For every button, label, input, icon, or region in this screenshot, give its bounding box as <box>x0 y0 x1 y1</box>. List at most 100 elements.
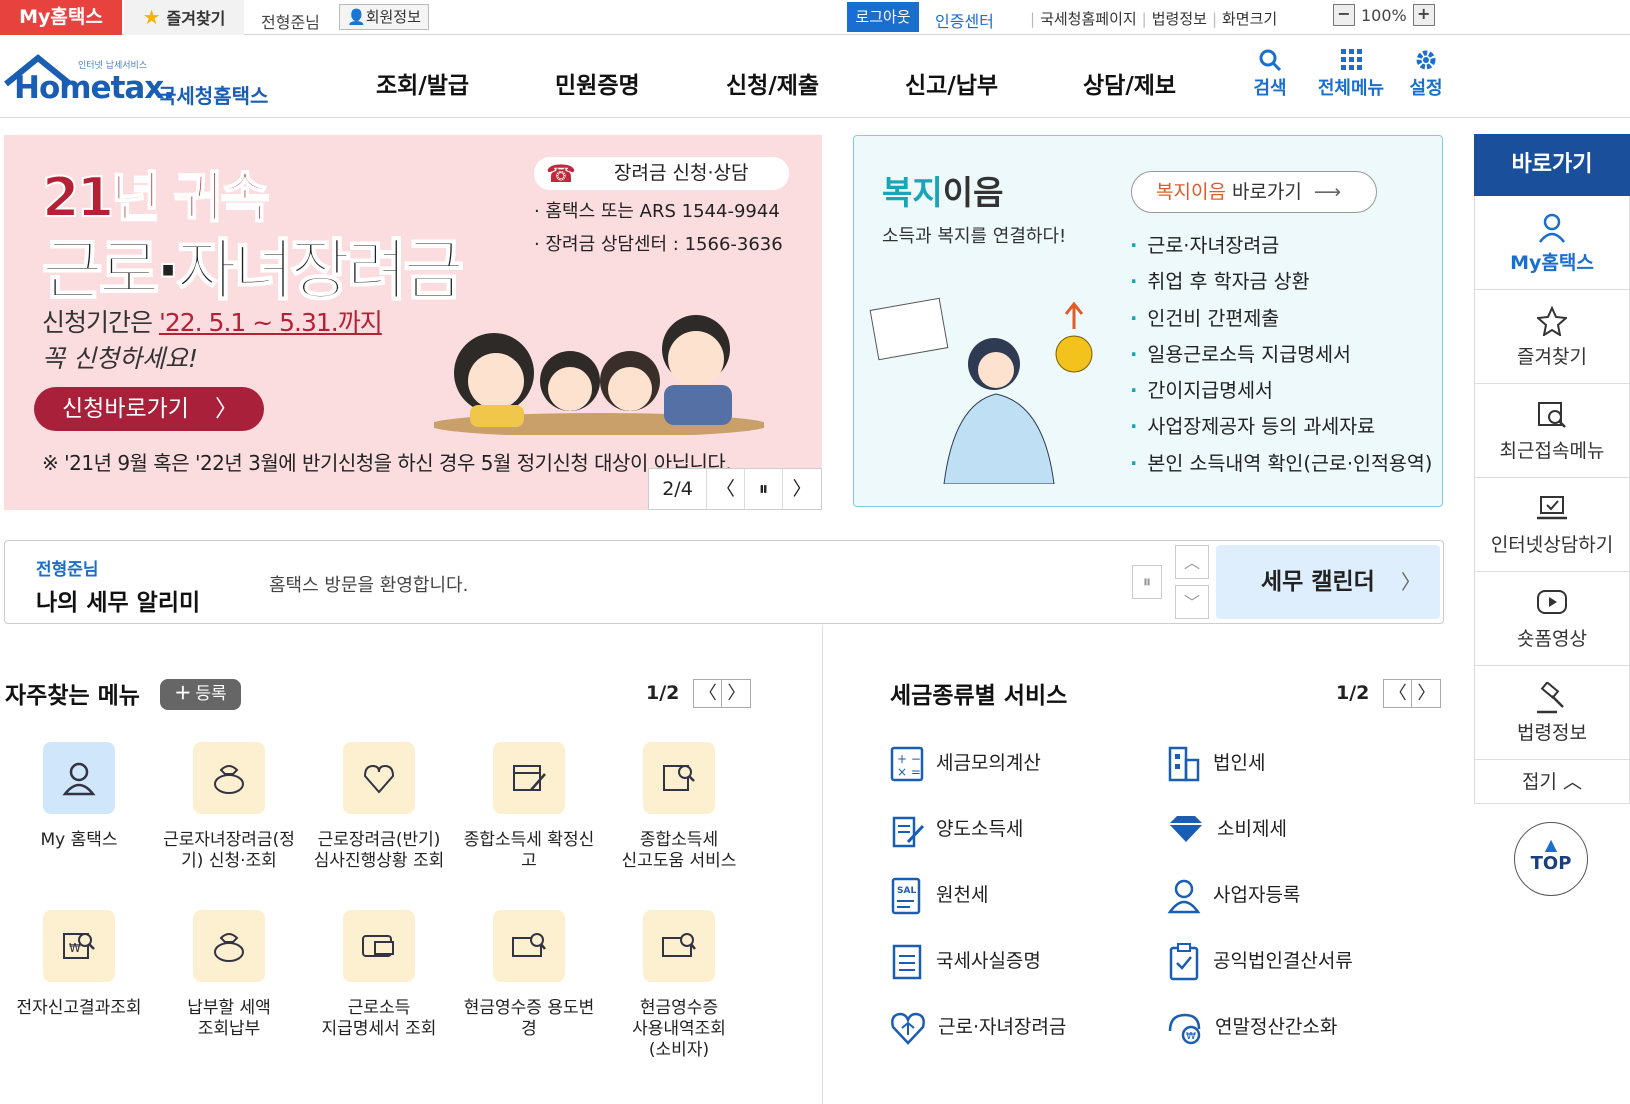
nav-consult-report[interactable]: 상담/제보 <box>1083 66 1176 100</box>
banner-prev-button[interactable]: 〈 <box>707 469 745 509</box>
tax-service-item[interactable]: 사업자등록 <box>1167 875 1300 915</box>
zoom-in-button[interactable]: + <box>1412 4 1435 26</box>
search-label: 검색 <box>1253 78 1287 99</box>
nav-civil-cert[interactable]: 민원증명 <box>555 66 640 100</box>
person-icon <box>1475 212 1629 248</box>
tax-service-item[interactable]: SAL 원천세 <box>890 875 988 915</box>
tax-service-label: 법인세 <box>1213 752 1266 774</box>
tax-service-item[interactable]: 양도소득세 <box>890 809 1023 849</box>
nav-inquiry[interactable]: 조회/발급 <box>376 66 469 100</box>
quick-online-consult[interactable]: 인터넷상담하기 <box>1474 478 1630 572</box>
nav-apply-submit[interactable]: 신청/제출 <box>726 66 819 100</box>
quick-favorites[interactable]: 즐겨찾기 <box>1474 290 1630 384</box>
grid-icon <box>1312 48 1390 74</box>
tax-service-item[interactable]: 국세사실증명 <box>890 941 1041 981</box>
law-info-link[interactable]: 법령정보 <box>1152 10 1207 28</box>
welfare-link-a: 복지이음 <box>1156 181 1226 203</box>
utility-bar: My홈택스 ★ 즐겨찾기 전형준님 👤회원정보 로그아웃 인증센터 | 국세청홈페이… <box>0 0 1630 35</box>
all-menu-button[interactable]: 전체메뉴 <box>1312 48 1390 100</box>
quick-menu-title: 바로가기 <box>1474 134 1630 196</box>
freq-item-label: 현금영수증 용도변 <box>463 998 595 1018</box>
play-icon <box>1475 588 1629 624</box>
apply-shortcut-button[interactable]: 신청바로가기 〉 <box>34 387 264 431</box>
tax-service-label: 양도소득세 <box>936 818 1024 840</box>
freq-item-earned-income-credit[interactable]: 근로자녀장려금(정 기) 신청·조회 <box>154 742 304 872</box>
zoom-out-button[interactable]: − <box>1333 4 1355 26</box>
calculator-icon: + −× = <box>890 746 924 781</box>
tax-service-label: 원천세 <box>936 884 989 906</box>
freq-item-earned-income-statement[interactable]: 근로소득 지급명세서 조회 <box>304 910 454 1040</box>
tax-service-item[interactable]: 근로·자녀장려금 <box>890 1007 1066 1047</box>
person-icon <box>1167 879 1201 913</box>
quick-recent-menu[interactable]: 최근접속메뉴 <box>1474 384 1630 478</box>
search-button[interactable]: 검색 <box>1250 48 1290 100</box>
welfare-item[interactable]: 사업장제공자 등의 과세자료 <box>1130 409 1432 445</box>
freq-prev-button[interactable]: 〈 <box>693 679 723 708</box>
main-banner[interactable]: 21년 귀속 근로·자녀장려금 신청기간은 '22. 5.1 ~ 5.31.까지… <box>4 135 822 510</box>
nav-report-pay[interactable]: 신고/납부 <box>905 66 998 100</box>
member-info-button[interactable]: 👤회원정보 <box>339 4 429 30</box>
quick-shortform-video[interactable]: 숏폼영상 <box>1474 572 1630 666</box>
freq-item-my-hometax[interactable]: My 홈택스 <box>4 742 154 851</box>
my-hometax-button[interactable]: My홈택스 <box>0 0 122 35</box>
tax-service-item[interactable]: + − × = 세금모의계산 <box>890 743 1041 783</box>
alert-down-button[interactable]: ﹀ <box>1175 585 1209 619</box>
freq-next-button[interactable]: 〉 <box>722 679 752 708</box>
document-edit-icon <box>892 816 925 847</box>
quick-my-hometax[interactable]: My홈택스 <box>1474 196 1630 290</box>
gavel-icon <box>1475 681 1629 718</box>
freq-item-cash-receipt-history[interactable]: 현금영수증 사용내역조회 (소비자) <box>604 910 754 1061</box>
tax-service-prev-button[interactable]: 〈 <box>1383 679 1413 708</box>
welfare-item[interactable]: 근로·자녀장려금 <box>1130 228 1432 264</box>
tax-service-item[interactable]: 법인세 <box>1167 743 1265 783</box>
banner-period: 신청기간은 '22. 5.1 ~ 5.31.까지 <box>42 303 383 339</box>
chevron-up-icon: ︿ <box>1563 771 1583 793</box>
zoom-level: 100% <box>1361 5 1407 25</box>
freq-item-tax-payment[interactable]: 납부할 세액 조회납부 <box>154 910 304 1040</box>
nts-homepage-link[interactable]: 국세청홈페이지 <box>1040 10 1137 28</box>
banner-pause-button[interactable]: ⏸ <box>745 469 783 509</box>
welfare-title-a: 복지 <box>882 173 943 212</box>
scroll-top-button[interactable]: ▲ TOP <box>1514 822 1588 896</box>
alert-up-button[interactable]: ︿ <box>1175 545 1209 579</box>
zoom-control: −100% + <box>1333 4 1435 30</box>
welfare-item[interactable]: 취업 후 학자금 상환 <box>1130 264 1432 300</box>
freq-item-income-tax-final[interactable]: 종합소득세 확정신 고 <box>454 742 604 872</box>
alert-title: 나의 세무 알리미 <box>36 590 201 616</box>
chevron-right-icon: 〉 <box>1400 570 1421 594</box>
favorites-button[interactable]: ★ 즐겨찾기 <box>124 0 244 35</box>
user-name: 전형준님 <box>261 13 320 32</box>
welfare-item[interactable]: 일용근로소득 지급명세서 <box>1130 337 1432 373</box>
tax-service-item[interactable]: ₩ 연말정산간소화 <box>1167 1007 1337 1047</box>
freq-item-e-filing-result[interactable]: ₩ 전자신고결과조회 <box>4 910 154 1019</box>
welfare-title-b: 이음 <box>942 173 1004 212</box>
welfare-item[interactable]: 간이지급명세서 <box>1130 373 1432 409</box>
tax-service-pager: 1/2 〈〉 <box>1336 679 1442 708</box>
gear-icon <box>1406 48 1446 74</box>
quick-law-info[interactable]: 법령정보 <box>1474 666 1630 760</box>
welfare-item[interactable]: 본인 소득내역 확인(근로·인적용역) <box>1130 446 1432 482</box>
recent-search-icon <box>1475 400 1629 436</box>
tax-calendar-button[interactable]: 세무 캘린더 〉 <box>1216 545 1440 619</box>
svg-text:× =: × = <box>897 765 921 779</box>
hometax-logo[interactable]: 인터넷 납세서비스 Hometax. 국세청홈택스 <box>4 44 284 112</box>
cert-center-link[interactable]: 인증센터 <box>935 8 994 32</box>
tax-service-item[interactable]: 소비제세 <box>1167 809 1287 849</box>
banner-next-button[interactable]: 〉 <box>783 469 821 509</box>
freq-item-income-tax-help[interactable]: 종합소득세 신고도움 서비스 <box>604 742 754 872</box>
welfare-shortcut-link[interactable]: 복지이음 바로가기 ⟶ <box>1131 171 1377 213</box>
freq-item-label: 사용내역조회 <box>632 1019 726 1039</box>
welfare-item[interactable]: 인건비 간편제출 <box>1130 301 1432 337</box>
banner-period-dates: '22. 5.1 ~ 5.31.까지 <box>158 308 383 337</box>
quick-fold-button[interactable]: 접기 ︿ <box>1474 760 1630 804</box>
alert-pause-button[interactable]: ⏸ <box>1132 565 1162 599</box>
freq-item-half-year-status[interactable]: 근로장려금(반기) 심사진행상황 조회 <box>304 742 454 872</box>
alert-message: 홈택스 방문을 환영합니다. <box>269 575 469 596</box>
tax-service-next-button[interactable]: 〉 <box>1412 679 1442 708</box>
register-button[interactable]: ＋ 등록 <box>160 679 241 710</box>
logout-button[interactable]: 로그아웃 <box>847 2 919 32</box>
tax-service-item[interactable]: 공익법인결산서류 <box>1167 941 1353 981</box>
freq-item-cash-receipt-change[interactable]: 현금영수증 용도변 경 <box>454 910 604 1040</box>
settings-button[interactable]: 설정 <box>1406 48 1446 100</box>
banner-contact-title: ☎ 장려금 신청·상담 <box>534 157 789 190</box>
